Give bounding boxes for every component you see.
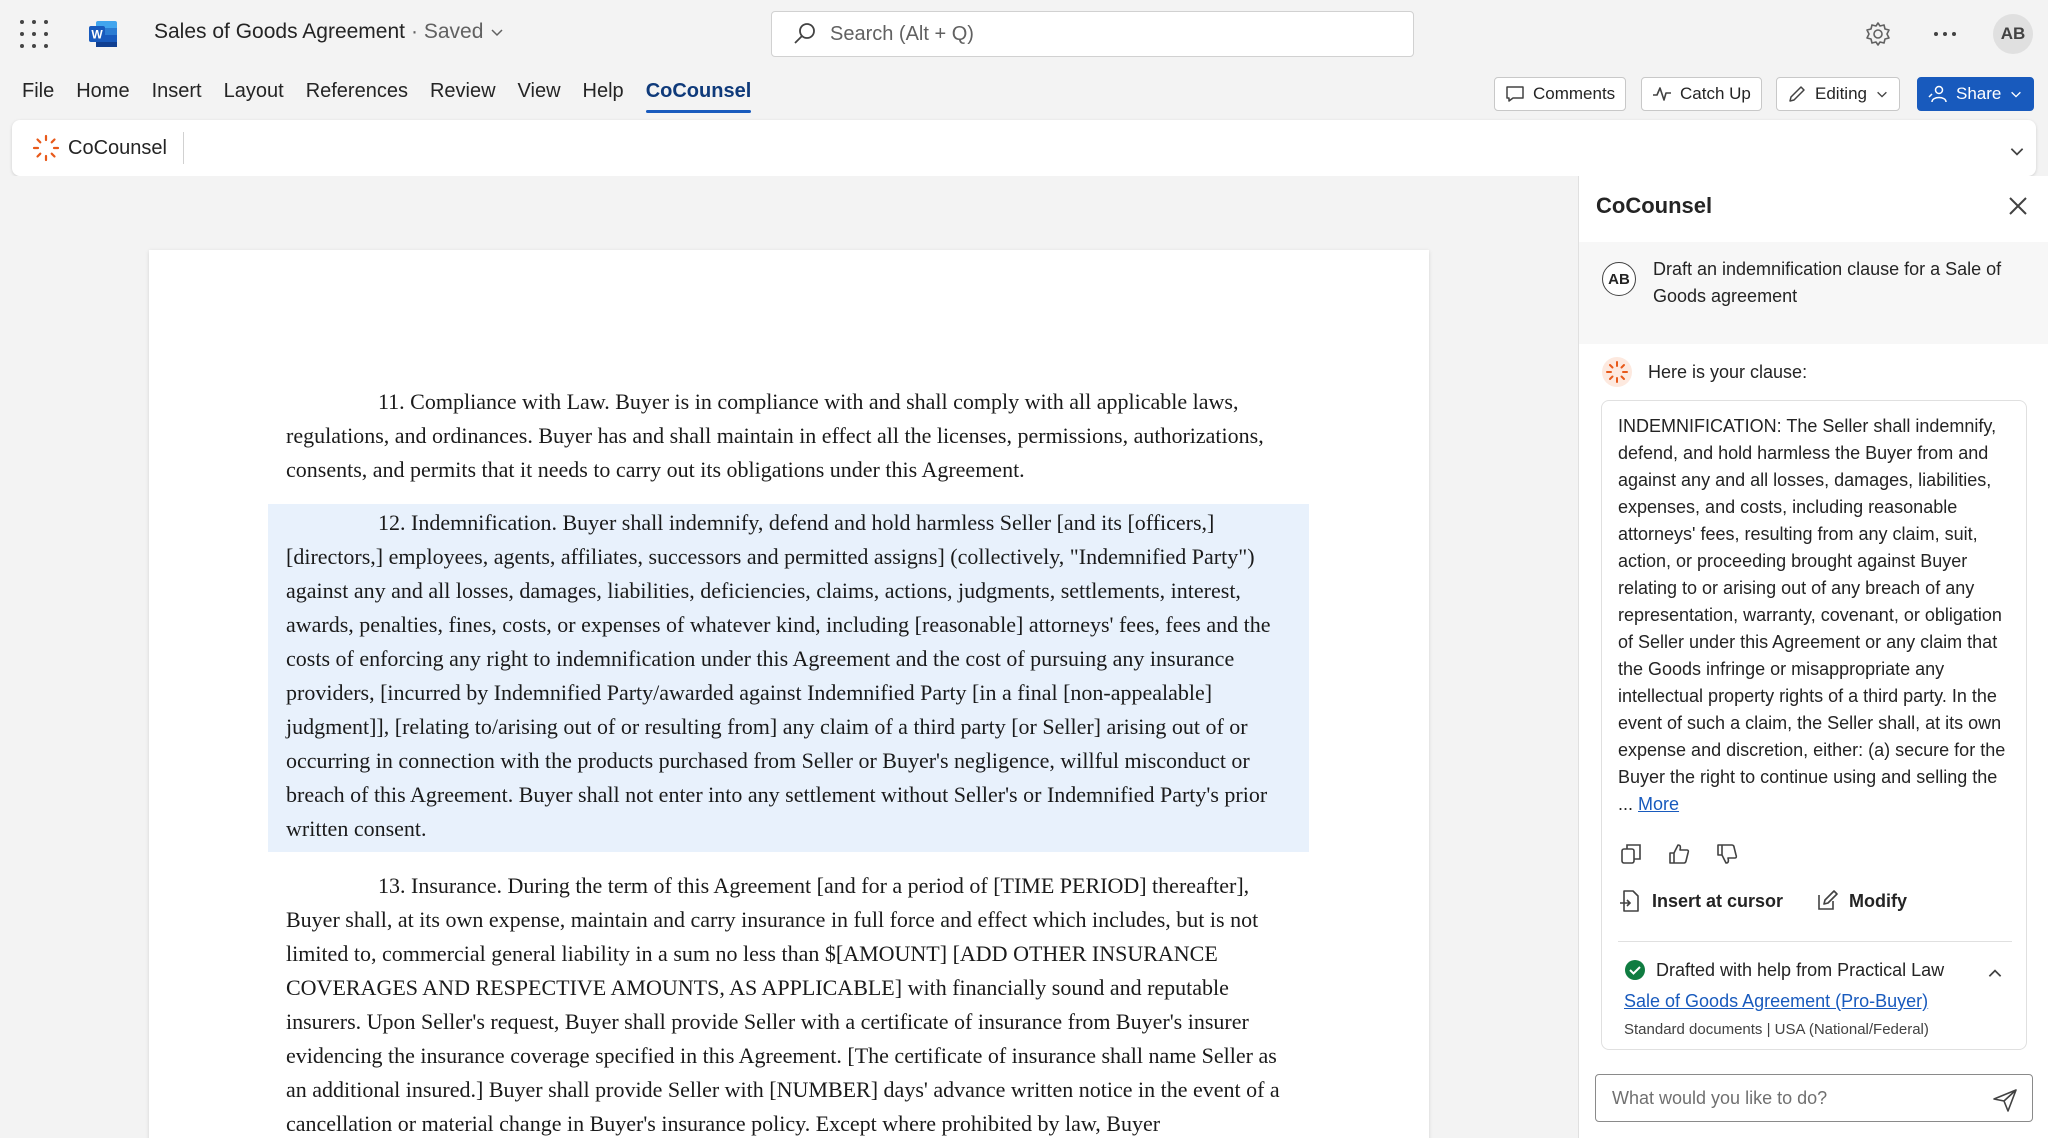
catch-up-button[interactable]: Catch Up: [1641, 77, 1762, 111]
clause-text-block[interactable]: INDEMNIFICATION: The Seller shall indemn…: [1618, 413, 2012, 818]
source-document-meta: Standard documents | USA (National/Feder…: [1624, 1021, 1929, 1038]
catch-up-label: Catch Up: [1680, 84, 1751, 103]
edit-icon: [1818, 890, 1838, 910]
user-message-text: Draft an indemnification clause for a Sa…: [1653, 259, 2002, 306]
clause-actions: Insert at cursor Modify: [1618, 889, 1907, 913]
user-message-avatar: AB: [1602, 262, 1636, 296]
tab-help[interactable]: Help: [583, 70, 624, 113]
panel-title: CoCounsel: [1596, 193, 1713, 218]
insert-at-cursor-button[interactable]: Insert at cursor: [1618, 889, 1783, 913]
send-icon[interactable]: [1992, 1087, 2018, 1113]
chevron-down-icon: [1877, 91, 1887, 98]
tab-home[interactable]: Home: [76, 70, 129, 113]
cocounsel-ribbon-label: CoCounsel: [68, 136, 167, 159]
document-title[interactable]: Sales of Goods Agreement · Saved: [154, 20, 505, 44]
assistant-intro-text: Here is your clause:: [1648, 361, 1808, 382]
user-avatar[interactable]: AB: [1993, 14, 2033, 54]
save-status: · Saved: [411, 20, 484, 43]
settings-gear-icon[interactable]: [1862, 18, 1894, 50]
modify-button[interactable]: Modify: [1815, 889, 1907, 913]
insert-at-cursor-label: Insert at cursor: [1652, 890, 1784, 911]
comments-label: Comments: [1533, 84, 1616, 103]
cocounsel-ribbon-button[interactable]: CoCounsel: [32, 134, 167, 162]
search-icon: [794, 23, 815, 44]
drafted-source-header[interactable]: Drafted with help from Practical Law: [1624, 959, 1944, 981]
thumbs-up-icon[interactable]: [1666, 841, 1692, 867]
cocounsel-logo-icon: [32, 134, 60, 162]
svg-text:W: W: [91, 28, 103, 42]
tab-insert[interactable]: Insert: [152, 70, 202, 113]
more-link[interactable]: More: [1638, 794, 1679, 814]
title-bar: W Sales of Goods Agreement · Saved AB: [0, 0, 2048, 68]
ribbon-expand-chevron-icon[interactable]: [2008, 142, 2026, 160]
document-title-text: Sales of Goods Agreement: [154, 20, 405, 43]
menu-bar: File Home Insert Layout References Revie…: [0, 70, 2048, 118]
share-label: Share: [1956, 84, 2002, 103]
document-canvas[interactable]: 11. Compliance with Law. Buyer is in com…: [0, 176, 1578, 1138]
prompt-input[interactable]: [1612, 1087, 1972, 1109]
editing-mode-button[interactable]: Editing: [1776, 77, 1900, 111]
share-people-icon: [1928, 85, 1947, 103]
comment-icon: [1506, 86, 1524, 102]
feedback-actions: [1618, 841, 1740, 867]
ribbon-divider: [183, 132, 184, 164]
assistant-intro: Here is your clause:: [1601, 356, 1807, 388]
editing-label: Editing: [1815, 84, 1867, 103]
comments-button[interactable]: Comments: [1494, 77, 1627, 111]
share-button[interactable]: Share: [1917, 77, 2035, 111]
clause-response-card: INDEMNIFICATION: The Seller shall indemn…: [1601, 400, 2027, 1050]
insert-document-icon: [1620, 890, 1639, 912]
search-input[interactable]: [830, 22, 1390, 46]
app-launcher-icon[interactable]: [20, 20, 48, 48]
word-logo-icon[interactable]: W: [88, 20, 118, 48]
paragraph-indemnification-selected[interactable]: 12. Indemnification. Buyer shall indemni…: [268, 504, 1309, 852]
more-options-icon[interactable]: [1929, 18, 1961, 50]
cocounsel-panel: CoCounsel AB Draft an indemnification cl…: [1578, 176, 2048, 1138]
pencil-icon: [1789, 86, 1805, 102]
chevron-down-icon: [491, 29, 503, 37]
tab-cocounsel[interactable]: CoCounsel: [645, 70, 751, 113]
activity-icon: [1653, 87, 1671, 101]
tab-view[interactable]: View: [518, 70, 561, 113]
card-divider: [1618, 941, 2012, 942]
search-box[interactable]: [771, 11, 1414, 57]
tab-references[interactable]: References: [306, 70, 408, 113]
tab-layout[interactable]: Layout: [224, 70, 284, 113]
document-page[interactable]: 11. Compliance with Law. Buyer is in com…: [149, 250, 1429, 1138]
prompt-box[interactable]: [1595, 1074, 2033, 1122]
tab-file[interactable]: File: [22, 70, 54, 113]
chevron-down-icon: [2011, 91, 2022, 98]
document-body[interactable]: 11. Compliance with Law. Buyer is in com…: [268, 385, 1309, 1138]
modify-label: Modify: [1849, 890, 1908, 911]
ribbon-tabs: File Home Insert Layout References Revie…: [22, 70, 773, 113]
paragraph-insurance[interactable]: 13. Insurance. During the term of this A…: [286, 869, 1286, 1138]
ribbon-toolbar: CoCounsel: [12, 120, 2036, 176]
clause-text: INDEMNIFICATION: The Seller shall indemn…: [1618, 416, 2006, 814]
drafted-label: Drafted with help from Practical Law: [1656, 959, 1945, 980]
copy-icon[interactable]: [1618, 841, 1644, 867]
check-circle-icon: [1625, 960, 1645, 980]
close-icon[interactable]: [2004, 192, 2032, 220]
thumbs-down-icon[interactable]: [1714, 841, 1740, 867]
paragraph-compliance[interactable]: 11. Compliance with Law. Buyer is in com…: [286, 385, 1286, 487]
source-document-link[interactable]: Sale of Goods Agreement (Pro-Buyer): [1624, 991, 1928, 1012]
cocounsel-avatar-icon: [1602, 357, 1632, 387]
tab-review[interactable]: Review: [430, 70, 496, 113]
user-message: AB Draft an indemnification clause for a…: [1579, 242, 2048, 344]
chevron-up-icon[interactable]: [1986, 965, 2004, 983]
